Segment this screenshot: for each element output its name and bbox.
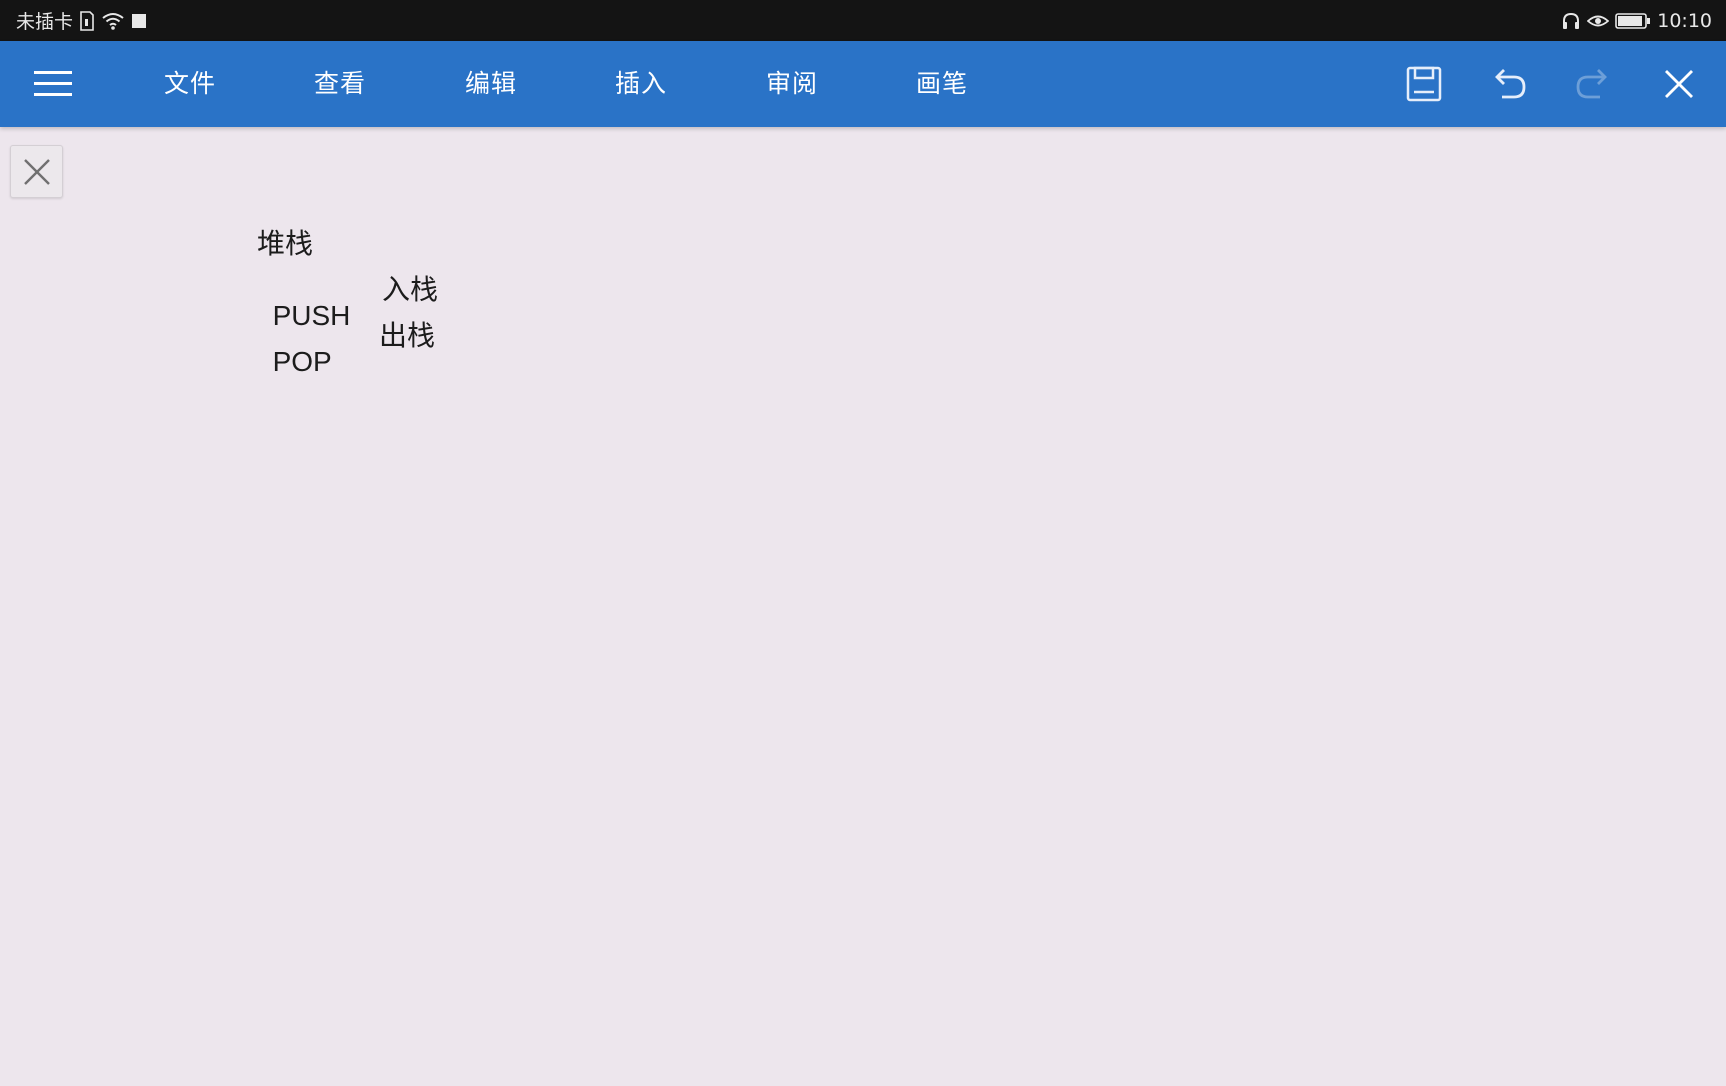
menu-edit[interactable]: 编辑 — [465, 41, 517, 127]
menu-file[interactable]: 文件 — [164, 41, 216, 127]
notification-square-icon — [131, 13, 147, 29]
status-time: 10:10 — [1657, 9, 1712, 32]
undo-icon[interactable] — [1488, 63, 1530, 105]
close-panel-button[interactable] — [10, 145, 63, 198]
headphones-icon — [1561, 11, 1581, 31]
save-icon[interactable] — [1403, 63, 1445, 105]
meaning-push: 入栈 — [382, 274, 439, 305]
battery-icon — [1615, 12, 1651, 30]
status-right: 10:10 — [1561, 10, 1712, 32]
menu-insert[interactable]: 插入 — [615, 41, 667, 127]
close-icon[interactable] — [1658, 63, 1700, 105]
wifi-icon — [101, 11, 125, 31]
menu-view[interactable]: 查看 — [314, 41, 366, 127]
status-left: 未插卡 — [16, 7, 147, 34]
menu-pen[interactable]: 画笔 — [916, 41, 968, 127]
sim-icon — [79, 10, 95, 31]
menu-review[interactable]: 审阅 — [766, 41, 818, 127]
document-row: POP 出栈 — [257, 314, 435, 410]
status-bar: 未插卡 10:10 — [0, 0, 1726, 41]
carrier-text: 未插卡 — [16, 11, 74, 33]
term-pop: POP — [272, 346, 332, 377]
meaning-pop: 出栈 — [379, 320, 436, 351]
redo-icon[interactable] — [1572, 63, 1614, 105]
close-x-icon — [23, 158, 50, 185]
document-heading: 堆栈 — [257, 228, 314, 259]
app-toolbar: 文件 查看 编辑 插入 审阅 画笔 — [0, 41, 1726, 127]
hamburger-menu-icon[interactable] — [34, 68, 74, 100]
eye-comfort-icon — [1587, 12, 1610, 30]
